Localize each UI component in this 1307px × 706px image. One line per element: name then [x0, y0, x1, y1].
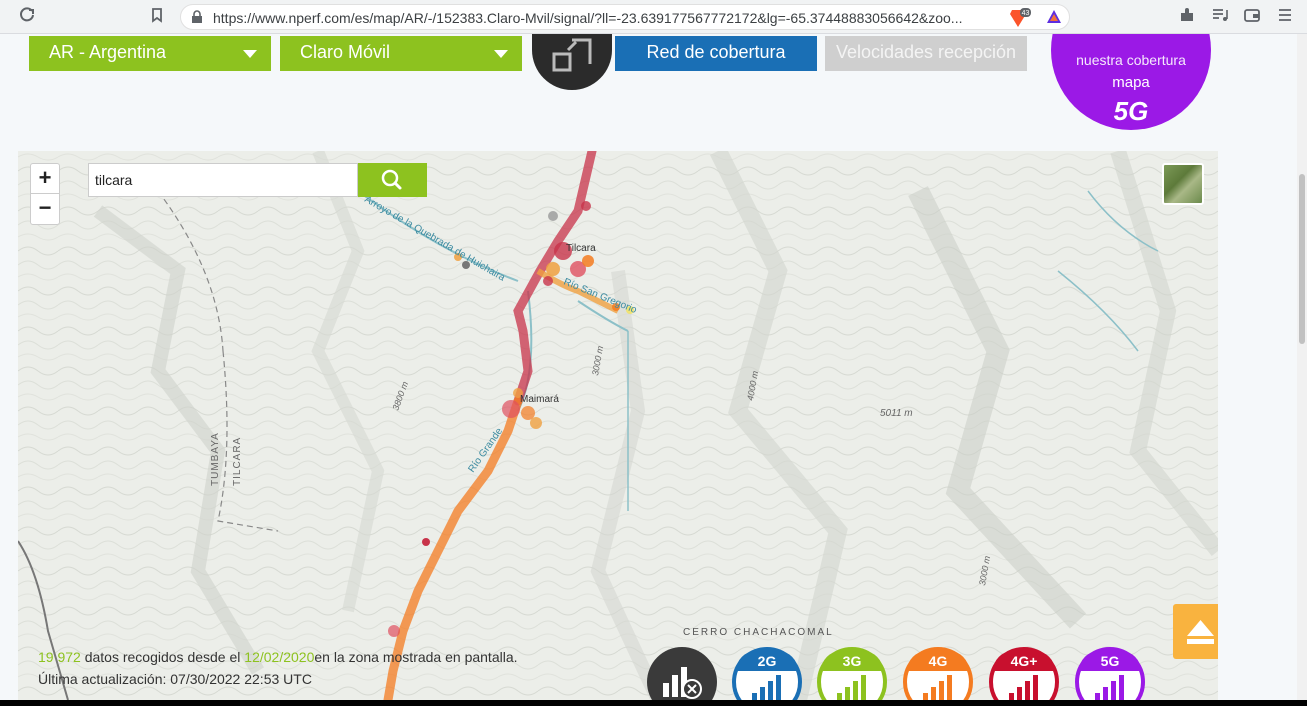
- coverage-map[interactable]: Tilcara Maimará Arroyo de la Quebrada de…: [18, 151, 1218, 700]
- country-select[interactable]: AR - Argentina: [29, 36, 271, 71]
- operator-select[interactable]: Claro Móvil: [280, 36, 522, 71]
- search-icon: [381, 169, 402, 190]
- map-label-maimara: Maimará: [520, 394, 559, 405]
- map-label-tilcara: Tilcara: [566, 243, 596, 254]
- tab-coverage-label: Red de cobertura: [646, 42, 786, 62]
- map-terrain[interactable]: Tilcara Maimará Arroyo de la Quebrada de…: [18, 151, 1218, 700]
- chevron-down-icon: [494, 50, 508, 58]
- stats-text-1: datos recogidos desde el: [80, 649, 245, 665]
- scrollbar-thumb[interactable]: [1299, 174, 1305, 344]
- page-scrollbar[interactable]: [1297, 34, 1307, 700]
- promo-5g-badge[interactable]: nuestra cobertura mapa 5G: [1051, 34, 1211, 130]
- signal-off-icon: [663, 667, 702, 699]
- signal-bars-icon: [923, 675, 952, 700]
- stats-date: 12/02/2020: [244, 649, 315, 665]
- brave-shield-icon[interactable]: 43: [1009, 8, 1031, 28]
- chevron-down-icon: [243, 50, 257, 58]
- search-input[interactable]: [89, 164, 349, 196]
- share-map-button[interactable]: [532, 34, 612, 90]
- country-select-label: AR - Argentina: [49, 42, 167, 62]
- lock-icon: [191, 10, 205, 24]
- tech-2g-label: 2G: [736, 651, 798, 671]
- map-label-tilcara-dept: TILCARA: [232, 437, 243, 486]
- tech-4g-plus-label: 4G+: [993, 651, 1055, 671]
- playlist-icon[interactable]: [1209, 6, 1231, 28]
- promo-text-2: mapa: [1112, 74, 1150, 91]
- promo-text-1: nuestra cobertura: [1076, 52, 1186, 68]
- share-icon: [552, 38, 592, 72]
- tab-speed[interactable]: Velocidades recepción: [825, 36, 1027, 71]
- operator-select-label: Claro Móvil: [300, 42, 391, 62]
- map-label-elevation-4: 5011 m: [880, 408, 913, 419]
- zoom-out-button[interactable]: −: [31, 194, 59, 224]
- tab-coverage[interactable]: Red de cobertura: [615, 36, 817, 71]
- map-label-cerro: CERRO CHACHACOMAL: [683, 627, 834, 638]
- expand-panel-button[interactable]: [1173, 604, 1218, 659]
- bookmark-icon[interactable]: [146, 6, 168, 28]
- svg-text:43: 43: [1022, 10, 1030, 17]
- url-text: https://www.nperf.com/es/map/AR/-/152383…: [213, 10, 963, 26]
- stats-count: 19 972: [38, 649, 81, 665]
- signal-bars-icon: [1095, 675, 1124, 700]
- browser-toolbar: https://www.nperf.com/es/map/AR/-/152383…: [0, 0, 1307, 34]
- stats-text-2: en la zona mostrada en pantalla.: [314, 649, 518, 665]
- page: AR - Argentina Claro Móvil Red de cobert…: [0, 34, 1297, 700]
- rewards-icon[interactable]: [1045, 8, 1065, 28]
- promo-5g-text: 5G: [1113, 96, 1149, 126]
- data-stats: 19 972 datos recogidos desde el 12/02/20…: [38, 649, 518, 687]
- search-button[interactable]: [358, 163, 427, 197]
- last-update: Última actualización: 07/30/2022 22:53 U…: [38, 671, 312, 687]
- eject-icon: [1187, 620, 1214, 644]
- tech-3g-label: 3G: [821, 651, 883, 671]
- tech-4g-label: 4G: [907, 651, 969, 671]
- zoom-in-button[interactable]: +: [31, 164, 59, 194]
- tab-speed-label: Velocidades recepción: [835, 42, 1017, 62]
- tech-5g-label: 5G: [1079, 651, 1141, 671]
- location-search: [88, 163, 358, 197]
- bottom-edge: [0, 700, 1307, 706]
- map-label-tumbaya: TUMBAYA: [210, 432, 221, 486]
- signal-bars-icon: [837, 675, 866, 700]
- wallet-icon[interactable]: [1241, 6, 1263, 28]
- extensions-icon[interactable]: [1176, 6, 1198, 28]
- menu-icon[interactable]: [1274, 6, 1296, 28]
- reload-icon[interactable]: [16, 6, 38, 28]
- address-bar[interactable]: https://www.nperf.com/es/map/AR/-/152383…: [180, 4, 1070, 30]
- tech-all-button[interactable]: [647, 647, 717, 700]
- signal-bars-icon: [752, 675, 781, 700]
- satellite-layer-toggle[interactable]: [1162, 163, 1204, 205]
- signal-bars-icon: [1009, 675, 1038, 700]
- zoom-control: + −: [30, 163, 60, 225]
